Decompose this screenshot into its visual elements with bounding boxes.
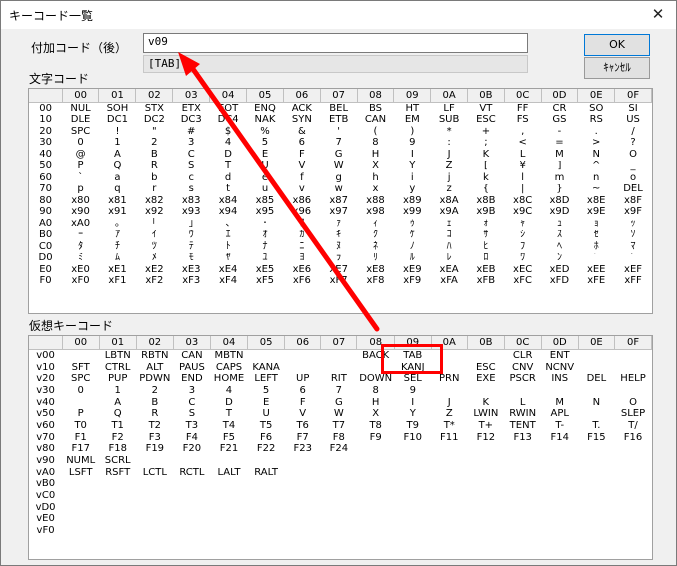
annotation-arrow (178, 52, 380, 332)
arrow-shaft (185, 59, 380, 332)
